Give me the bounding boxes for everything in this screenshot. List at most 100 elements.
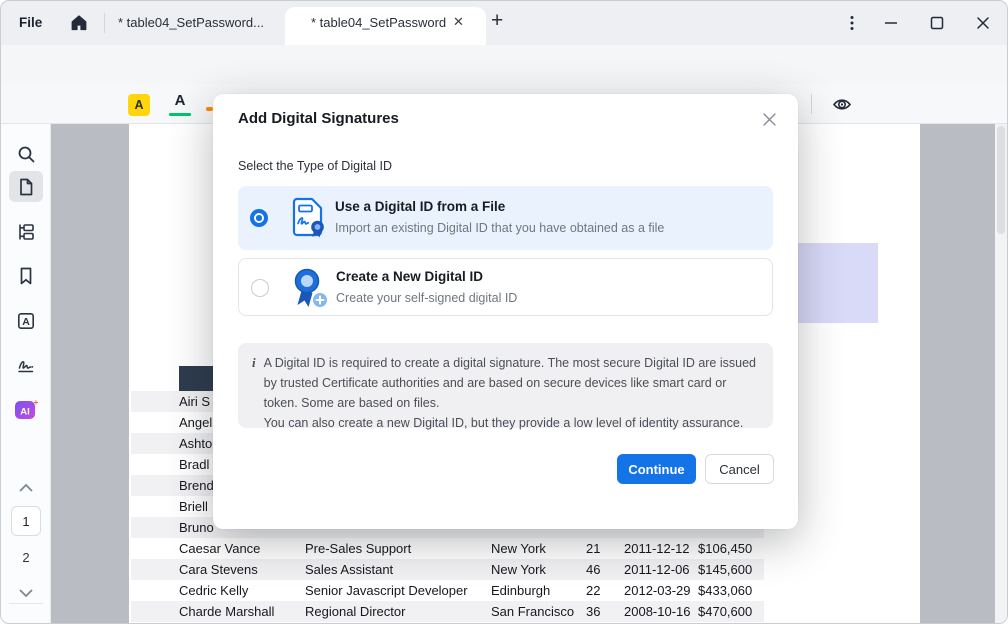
maximize-icon bbox=[927, 13, 947, 33]
vertical-scrollbar[interactable] bbox=[995, 124, 1007, 624]
dialog-section-label: Select the Type of Digital ID bbox=[238, 159, 392, 173]
tab-active[interactable]: * table04_SetPassword ✕ bbox=[285, 7, 486, 45]
next-page-number[interactable]: 2 bbox=[1, 550, 51, 565]
main-toolbar: 100% Annotate Edit PDF Form Converter Pr… bbox=[1, 45, 1007, 84]
ai-icon: AI + bbox=[14, 398, 39, 421]
cell-position: Senior Javascript Developer bbox=[305, 580, 468, 601]
table-row: Ashto bbox=[179, 433, 212, 454]
chevron-down-icon bbox=[16, 583, 36, 603]
kebab-icon bbox=[843, 14, 861, 32]
highlight-a-icon: A bbox=[134, 98, 143, 112]
cancel-button[interactable]: Cancel bbox=[705, 454, 774, 484]
tab-active-label: * table04_SetPassword bbox=[311, 15, 446, 30]
minimize-icon bbox=[881, 13, 901, 33]
table-row: Airi S bbox=[179, 391, 210, 412]
tab-close-button[interactable]: ✕ bbox=[453, 14, 464, 30]
svg-text:+: + bbox=[34, 398, 39, 407]
menu-kebab-button[interactable] bbox=[839, 10, 865, 36]
cell-salary: $433,060 bbox=[698, 580, 752, 601]
table-row: Bruno bbox=[179, 517, 214, 538]
window-chrome: File * table04_SetPassword... * table04_… bbox=[0, 0, 1008, 624]
info-icon: i bbox=[252, 353, 256, 418]
cell-date: 2011-12-06 bbox=[624, 559, 690, 580]
file-menu[interactable]: File bbox=[19, 15, 42, 30]
add-digital-signatures-dialog: Add Digital Signatures Select the Type o… bbox=[213, 94, 798, 529]
cell-position: Sales Assistant bbox=[305, 559, 393, 580]
table-row: Bradl bbox=[179, 454, 209, 475]
scrollbar-thumb[interactable] bbox=[997, 126, 1005, 234]
table-row: Angel bbox=[179, 412, 212, 433]
new-digital-id-icon bbox=[288, 265, 330, 311]
option-create-new-digital-id[interactable]: Create a New Digital ID Create your self… bbox=[238, 258, 773, 316]
certificate-file-icon bbox=[290, 197, 326, 239]
previous-page-button[interactable] bbox=[16, 478, 36, 498]
cell-date: 2012-03-29 bbox=[624, 580, 691, 601]
cell-position: Regional Director bbox=[305, 601, 405, 622]
titlebar-divider bbox=[104, 13, 105, 33]
cell-city: Edinburgh bbox=[491, 580, 550, 601]
maximize-button[interactable] bbox=[924, 10, 950, 36]
info-box: i A Digital ID is required to create a d… bbox=[238, 343, 773, 428]
table-row: Briell bbox=[179, 496, 208, 517]
cell-age: 46 bbox=[586, 559, 600, 580]
left-sidebar: A AI + bbox=[1, 124, 51, 624]
cell-salary: $145,600 bbox=[698, 559, 752, 580]
table-row: Brend bbox=[179, 475, 214, 496]
cell-date: 2008-10-16 bbox=[624, 601, 691, 622]
view-visibility-button[interactable] bbox=[832, 95, 852, 114]
close-icon bbox=[763, 113, 776, 126]
option-description: Import an existing Digital ID that you h… bbox=[335, 221, 664, 235]
cell-name: Cedric Kelly bbox=[179, 580, 248, 601]
svg-text:A: A bbox=[22, 316, 30, 328]
new-tab-button[interactable]: + bbox=[491, 9, 503, 33]
search-button[interactable] bbox=[16, 144, 36, 164]
bookmark-icon bbox=[16, 266, 36, 286]
search-icon bbox=[16, 144, 36, 164]
info-paragraph-1: A Digital ID is required to create a dig… bbox=[264, 353, 759, 413]
current-page-indicator[interactable]: 1 bbox=[11, 506, 41, 536]
cell-name: Caesar Vance bbox=[179, 538, 260, 559]
cell-date: 2011-12-12 bbox=[624, 538, 690, 559]
annotations-panel-button[interactable]: A bbox=[16, 311, 36, 331]
option-digital-id-from-file[interactable]: Use a Digital ID from a File Import an e… bbox=[238, 186, 773, 250]
page-thumbnails-button[interactable] bbox=[16, 177, 36, 197]
minimize-button[interactable] bbox=[878, 10, 904, 36]
info-paragraph-2: You can also create a new Digital ID, bu… bbox=[264, 413, 759, 433]
dialog-close-button[interactable] bbox=[758, 108, 780, 130]
highlight-tool-button[interactable]: A bbox=[128, 94, 150, 116]
option-description: Create your self-signed digital ID bbox=[336, 291, 517, 305]
rectangle-annotation[interactable] bbox=[798, 243, 878, 323]
close-window-button[interactable] bbox=[970, 10, 996, 36]
signature-icon bbox=[16, 355, 36, 375]
continue-button[interactable]: Continue bbox=[617, 454, 696, 484]
tab-inactive[interactable]: * table04_SetPassword... bbox=[118, 15, 264, 30]
squiggly-tool-partial[interactable] bbox=[206, 107, 213, 111]
cell-city: San Francisco bbox=[491, 601, 574, 622]
underline-a-icon: A bbox=[175, 92, 186, 109]
radio-unselected[interactable] bbox=[251, 279, 269, 297]
cell-age: 21 bbox=[586, 538, 600, 559]
home-button[interactable] bbox=[69, 13, 89, 33]
toolbar-divider bbox=[811, 94, 812, 114]
cell-city: New York bbox=[491, 538, 546, 559]
underline-tool-button[interactable]: A bbox=[169, 92, 191, 116]
page-icon bbox=[16, 177, 36, 197]
svg-text:AI: AI bbox=[20, 407, 30, 418]
close-icon bbox=[973, 13, 993, 33]
radio-selected[interactable] bbox=[250, 209, 268, 227]
titlebar: File * table04_SetPassword... * table04_… bbox=[1, 1, 1007, 45]
cell-city: New York bbox=[491, 559, 546, 580]
cell-age: 22 bbox=[586, 580, 600, 601]
next-page-button[interactable] bbox=[16, 583, 36, 603]
sidebar-divider bbox=[9, 603, 43, 604]
letter-a-square-icon: A bbox=[16, 311, 36, 331]
dialog-title: Add Digital Signatures bbox=[238, 110, 399, 127]
cell-salary: $470,600 bbox=[698, 601, 752, 622]
signature-panel-button[interactable] bbox=[16, 355, 36, 375]
cell-age: 36 bbox=[586, 601, 600, 622]
structure-panel-button[interactable] bbox=[16, 222, 36, 242]
bookmarks-button[interactable] bbox=[16, 266, 36, 286]
eye-icon bbox=[832, 95, 852, 114]
ai-assistant-button[interactable]: AI + bbox=[14, 398, 37, 419]
chevron-up-icon bbox=[16, 478, 36, 498]
